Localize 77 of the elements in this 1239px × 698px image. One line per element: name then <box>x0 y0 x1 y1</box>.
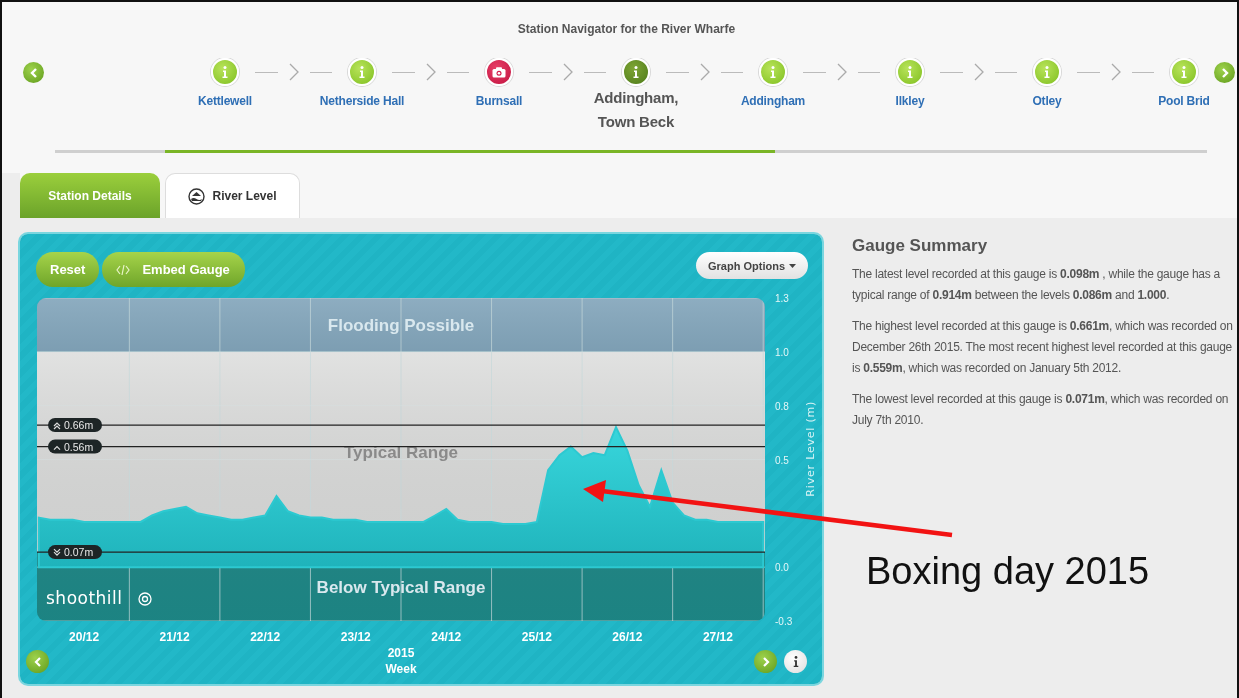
camera-icon <box>492 66 506 78</box>
axis-tick-label: 22/12 <box>250 630 281 644</box>
axis-tick-label: 26/12 <box>612 630 643 644</box>
info-station-button[interactable] <box>896 58 924 86</box>
chevron-left-icon <box>29 67 38 78</box>
info-icon <box>359 66 365 78</box>
axis-tick-label: 27/12 <box>702 630 733 644</box>
ref-line-label: 0.66m <box>64 419 94 432</box>
info-station-button[interactable] <box>211 58 239 86</box>
info-station-button[interactable] <box>348 58 376 86</box>
station-link[interactable]: Addingham, Town Beck <box>576 86 696 134</box>
axis-tick-label: 1.3 <box>775 293 789 304</box>
info-icon <box>633 66 639 78</box>
axis-tick-label: 24/12 <box>431 630 462 644</box>
threshold-tag: 0.07m <box>48 545 102 560</box>
info-icon <box>907 66 913 78</box>
axis-tick-label: 0.5 <box>775 454 789 466</box>
ref-line-label: 0.07m <box>64 546 94 559</box>
info-button[interactable] <box>784 650 807 673</box>
axis-tick-label: 1.0 <box>775 346 789 358</box>
chevron-icon <box>287 63 300 81</box>
summary-paragraph: The latest level recorded at this gauge is 0.098m , while the gauge has a typical range of 0.914m between the levels 0.086m and 1.000. <box>852 266 1221 304</box>
shoothill-logo: shoothill <box>46 588 152 608</box>
chevron-right-icon <box>1220 67 1229 78</box>
station-link[interactable]: Kettlewell <box>156 94 294 108</box>
previous-button[interactable] <box>26 650 49 673</box>
chevron-icon <box>561 63 574 81</box>
band-label: Below Typical Range <box>316 577 486 597</box>
station-link[interactable]: Burnsall <box>430 94 568 108</box>
info-station-button[interactable] <box>1033 58 1061 86</box>
summary-paragraph: The highest level recorded at this gauge is 0.661m, which was recorded on December 26th 2015. The most recent highest level recorded at this gauge is 0.559m, which was recorded on January 5th 2012. <box>852 318 1234 377</box>
info-icon <box>1044 66 1050 78</box>
axis-tick-label: 0.0 <box>775 562 789 574</box>
chevron-left-icon <box>33 656 42 667</box>
info-icon <box>222 66 228 78</box>
info-icon <box>1181 66 1187 78</box>
station-link[interactable]: Otley <box>978 94 1116 108</box>
station-link[interactable]: Ilkley <box>841 94 979 108</box>
station-link[interactable]: Netherside Hall <box>293 94 431 108</box>
info-station-button[interactable] <box>759 58 787 86</box>
axis-tick-label: 23/12 <box>340 630 371 644</box>
next-button[interactable] <box>754 650 777 673</box>
water-level-icon <box>188 187 206 205</box>
info-icon <box>792 656 799 667</box>
chevron-right-icon <box>761 656 770 667</box>
previous-button[interactable] <box>23 62 44 83</box>
axis-tick-label: 0.8 <box>775 400 789 412</box>
band-label: Flooding Possible <box>327 315 475 335</box>
camera-station-button[interactable] <box>485 58 513 86</box>
chevron-icon <box>835 63 848 81</box>
axis-title: River Level (m) <box>804 400 817 497</box>
info-icon <box>770 66 776 78</box>
info-station-button[interactable] <box>1170 58 1198 86</box>
threshold-tag: 0.66m <box>48 418 102 433</box>
axis-tick-label: 25/12 <box>521 630 552 644</box>
chevron-icon <box>972 63 985 81</box>
caret-icon <box>789 263 796 268</box>
code-icon <box>116 263 131 276</box>
ref-line-label: 0.56m <box>64 440 94 453</box>
next-button[interactable] <box>1214 62 1235 83</box>
period-label: Week <box>385 662 417 676</box>
navigator-title: Station Navigator for the River Wharfe <box>516 21 737 38</box>
callout-text: Boxing day 2015 <box>866 550 1150 593</box>
info-station-button[interactable] <box>622 58 650 86</box>
axis-tick-label: -0.3 <box>775 616 793 627</box>
chevron-icon <box>698 63 711 81</box>
summary-paragraph: The lowest level recorded at this gauge is 0.071m, which was recorded on July 7th 2010. <box>852 391 1230 429</box>
station-link[interactable]: Addingham <box>704 94 842 108</box>
chevron-icon <box>424 63 437 81</box>
graph-options-button[interactable]: Graph Options <box>696 252 808 279</box>
axis-tick-label: 21/12 <box>159 630 190 644</box>
year-label: 2015 <box>387 646 415 660</box>
chevron-icon <box>1109 63 1122 81</box>
axis-tick-label: 20/12 <box>69 630 100 644</box>
summary-heading: Gauge Summary <box>852 236 989 256</box>
tab[interactable]: River Level <box>165 173 300 218</box>
station-link[interactable]: Pool Brid <box>1115 94 1237 108</box>
